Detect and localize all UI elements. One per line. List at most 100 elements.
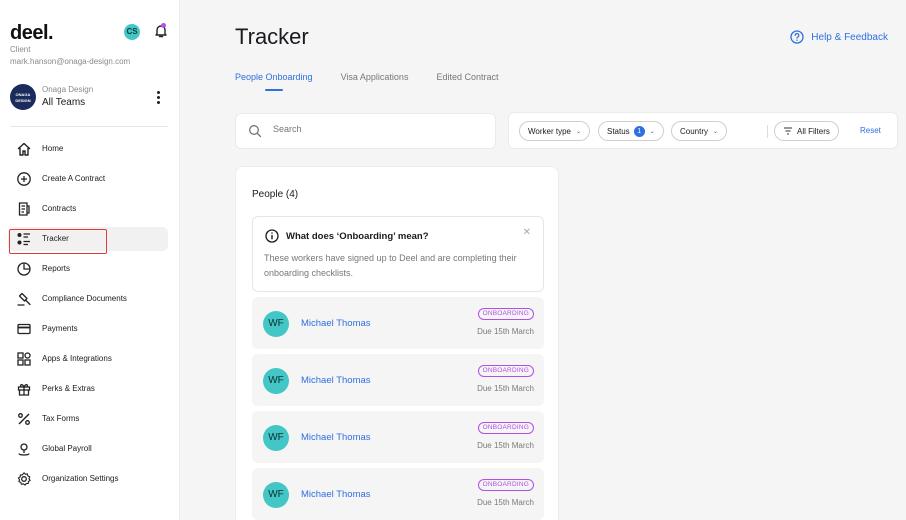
due-date: Due 15th March: [477, 498, 534, 507]
person-name-link[interactable]: Michael Thomas: [301, 318, 371, 329]
country-filter[interactable]: Country ⌄: [671, 121, 728, 141]
country-label: Country: [680, 126, 709, 136]
person-name-link[interactable]: Michael Thomas: [301, 375, 371, 386]
filter-lines-icon: [784, 127, 792, 135]
status-badge: ONBOARDING: [477, 479, 534, 491]
org-menu-icon[interactable]: [157, 91, 161, 105]
sidebar-item-apps[interactable]: Apps & Integrations: [8, 347, 168, 371]
filter-bar: Worker type ⌄ Status 1 ⌄ Country ⌄ All F…: [508, 112, 898, 149]
sidebar-item-label: Apps & Integrations: [42, 354, 112, 363]
people-count-title: People (4): [252, 189, 299, 200]
search-box: [235, 113, 496, 149]
filter-divider: [767, 125, 768, 138]
org-logo: ONAGA DESIGN: [10, 84, 36, 110]
sidebar-item-payments[interactable]: Payments: [8, 317, 168, 341]
chevron-down-icon: ⌄: [575, 128, 582, 135]
gear-icon: [17, 472, 31, 486]
org-team-selector[interactable]: All Teams: [42, 97, 85, 108]
sidebar-item-label: Contracts: [42, 204, 77, 213]
home-icon: [17, 142, 31, 156]
worker-type-label: Worker type: [528, 126, 571, 136]
tab-edited-contract[interactable]: Edited Contract: [436, 72, 498, 82]
person-avatar: WF: [263, 425, 289, 451]
all-filters-button[interactable]: All Filters: [774, 121, 839, 141]
search-input[interactable]: [273, 124, 473, 134]
sidebar-divider: [10, 126, 168, 127]
document-icon: [18, 202, 30, 216]
sidebar-item-perks[interactable]: Perks & Extras: [8, 377, 168, 401]
person-name-link[interactable]: Michael Thomas: [301, 432, 371, 443]
user-email: mark.hanson@onaga-design.com: [10, 57, 131, 66]
help-feedback-link[interactable]: Help & Feedback: [790, 30, 888, 44]
sidebar-item-label: Home: [42, 144, 64, 153]
status-label: Status: [607, 126, 630, 136]
info-icon: [265, 229, 279, 243]
reset-button[interactable]: Reset: [860, 126, 881, 135]
person-avatar: WF: [263, 368, 289, 394]
info-title: What does ‘Onboarding’ mean?: [286, 231, 429, 242]
sidebar-item-org-settings[interactable]: Organization Settings: [8, 467, 168, 491]
person-row[interactable]: WF Michael Thomas ONBOARDING Due 15th Ma…: [252, 354, 544, 406]
due-date: Due 15th March: [477, 327, 534, 336]
sidebar-item-create-contract[interactable]: Create A Contract: [8, 167, 168, 191]
person-avatar: WF: [263, 311, 289, 337]
tab-visa-applications[interactable]: Visa Applications: [341, 72, 409, 82]
sidebar-item-label: Tax Forms: [42, 414, 80, 423]
close-icon[interactable]: ✕: [523, 227, 531, 238]
person-avatar: WF: [263, 482, 289, 508]
sidebar-item-label: Payments: [42, 324, 78, 333]
person-row[interactable]: WF Michael Thomas ONBOARDING Due 15th Ma…: [252, 468, 544, 520]
sidebar-item-label: Create A Contract: [42, 174, 106, 183]
sidebar-item-label: Organization Settings: [42, 474, 119, 483]
sidebar-item-label: Reports: [42, 264, 71, 273]
status-filter[interactable]: Status 1 ⌄: [598, 121, 664, 141]
location-pin-icon: [18, 443, 30, 456]
page-title: Tracker: [235, 24, 309, 49]
gift-icon: [17, 384, 31, 396]
deel-logo[interactable]: deel.: [10, 22, 54, 45]
person-row[interactable]: WF Michael Thomas ONBOARDING Due 15th Ma…: [252, 411, 544, 463]
sidebar-item-reports[interactable]: Reports: [8, 257, 168, 281]
org-name: Onaga Design: [42, 85, 94, 94]
user-avatar[interactable]: CS: [124, 24, 140, 40]
sidebar-item-tax-forms[interactable]: Tax Forms: [8, 407, 168, 431]
help-label: Help & Feedback: [811, 31, 888, 43]
status-count-badge: 1: [633, 125, 645, 137]
worker-type-filter[interactable]: Worker type ⌄: [519, 121, 591, 141]
plus-circle-icon: [17, 172, 31, 186]
sidebar: deel. CS Client mark.hanson@onaga-design…: [0, 0, 178, 520]
onboarding-info-box: What does ‘Onboarding’ mean? ✕ These wor…: [252, 216, 544, 292]
sidebar-item-label: Compliance Documents: [42, 294, 127, 303]
main-content: Tracker Help & Feedback People Onboardin…: [179, 0, 906, 520]
sidebar-item-label: Global Payroll: [42, 444, 92, 453]
user-role: Client: [10, 45, 31, 54]
due-date: Due 15th March: [477, 384, 534, 393]
sidebar-nav: Home Create A Contract Contracts Tracker…: [8, 137, 168, 497]
sidebar-item-home[interactable]: Home: [8, 137, 168, 161]
due-date: Due 15th March: [477, 441, 534, 450]
info-text: These workers have signed up to Deel and…: [264, 253, 517, 278]
tab-bar: People Onboarding Visa Applications Edit…: [235, 72, 527, 91]
chevron-down-icon: ⌄: [649, 128, 655, 135]
sidebar-item-global-payroll[interactable]: Global Payroll: [8, 437, 168, 461]
person-name-link[interactable]: Michael Thomas: [301, 489, 371, 500]
notification-dot: [161, 23, 166, 28]
pie-chart-icon: [17, 262, 31, 276]
tab-people-onboarding[interactable]: People Onboarding: [235, 72, 313, 91]
tracker-highlight-box: [9, 229, 107, 254]
status-badge: ONBOARDING: [477, 365, 534, 377]
gavel-icon: [17, 292, 31, 306]
apps-grid-icon: [17, 352, 31, 366]
status-badge: ONBOARDING: [477, 422, 534, 434]
help-icon: [790, 30, 804, 44]
status-badge: ONBOARDING: [477, 308, 534, 320]
people-card: People (4) What does ‘Onboarding’ mean? …: [235, 166, 559, 520]
chevron-down-icon: ⌄: [713, 128, 719, 135]
sidebar-item-compliance[interactable]: Compliance Documents: [8, 287, 168, 311]
search-icon: [249, 125, 262, 138]
card-icon: [17, 323, 31, 335]
percent-icon: [18, 413, 30, 425]
person-row[interactable]: WF Michael Thomas ONBOARDING Due 15th Ma…: [252, 297, 544, 349]
all-filters-label: All Filters: [797, 126, 830, 136]
sidebar-item-contracts[interactable]: Contracts: [8, 197, 168, 221]
